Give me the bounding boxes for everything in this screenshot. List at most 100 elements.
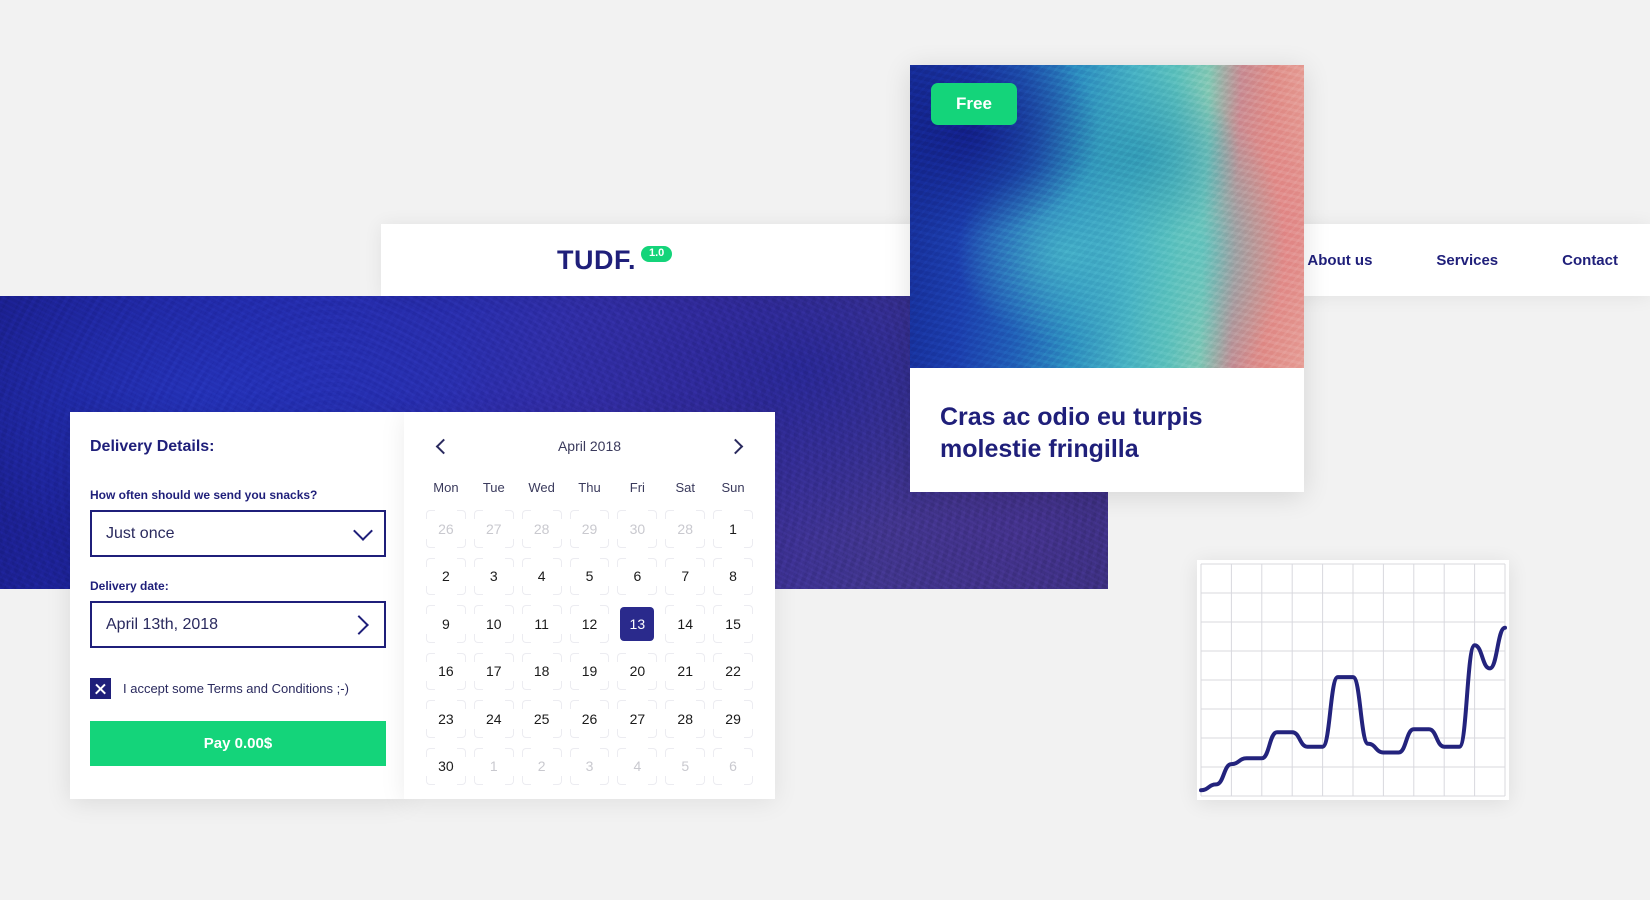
calendar-day[interactable]: 3 xyxy=(470,553,518,601)
calendar-day[interactable]: 2 xyxy=(518,743,566,791)
calendar-day[interactable]: 24 xyxy=(470,695,518,743)
calendar-weekday-row: Mon Tue Wed Thu Fri Sat Sun xyxy=(422,466,757,505)
cell-corner-mark xyxy=(617,700,627,709)
calendar-day[interactable]: 26 xyxy=(566,695,614,743)
calendar-day[interactable]: 25 xyxy=(518,695,566,743)
cell-corner-mark xyxy=(600,776,610,785)
day-number: 29 xyxy=(725,710,741,727)
day-number: 13 xyxy=(620,606,655,641)
cell-corner-mark xyxy=(521,557,531,567)
calendar-day[interactable]: 27 xyxy=(613,695,661,743)
cell-corner-mark xyxy=(665,681,675,690)
cell-corner-mark xyxy=(473,728,483,738)
calendar-day-selected[interactable]: 13 xyxy=(613,600,661,648)
day-number: 6 xyxy=(633,568,642,585)
calendar-day[interactable]: 14 xyxy=(661,600,709,648)
cell-corner-mark xyxy=(617,776,627,785)
calendar-day[interactable]: 7 xyxy=(661,553,709,601)
calendar-day[interactable]: 20 xyxy=(613,648,661,696)
cell-corner-mark xyxy=(456,538,466,548)
calendar-day[interactable]: 19 xyxy=(566,648,614,696)
calendar-day[interactable]: 1 xyxy=(709,505,757,553)
calendar-day[interactable]: 17 xyxy=(470,648,518,696)
calendar-day[interactable]: 11 xyxy=(518,600,566,648)
cell-corner-mark xyxy=(648,557,658,567)
day-number: 22 xyxy=(725,663,741,680)
calendar-day[interactable]: 10 xyxy=(470,600,518,648)
calendar-day[interactable]: 26 xyxy=(422,505,470,553)
nav-links: About us Services Contact xyxy=(1275,252,1650,269)
chevron-left-icon[interactable] xyxy=(435,438,452,454)
nav-link-contact[interactable]: Contact xyxy=(1530,252,1650,269)
cell-corner-mark xyxy=(713,776,723,785)
day-number: 1 xyxy=(489,758,498,775)
calendar-day[interactable]: 28 xyxy=(661,505,709,553)
cell-corner-mark xyxy=(713,586,723,595)
product-card[interactable]: Free Cras ac odio eu turpis molestie fri… xyxy=(910,65,1304,492)
calendar-day[interactable]: 6 xyxy=(613,553,661,601)
delivery-date-input[interactable]: April 13th, 2018 xyxy=(90,601,386,648)
cell-corner-mark xyxy=(552,747,562,757)
cell-corner-mark xyxy=(665,586,675,595)
calendar-day[interactable]: 6 xyxy=(709,743,757,791)
cell-corner-mark xyxy=(648,538,658,548)
cell-corner-mark xyxy=(426,586,435,595)
calendar-day[interactable]: 16 xyxy=(422,648,470,696)
calendar-day-grid: 26 27 28 29 30 28 1 2 3 4 5 6 7 8 9 10 11 12 13 14 15 16 17 18 1… xyxy=(422,505,757,790)
cell-corner-mark xyxy=(665,557,675,567)
chevron-right-icon[interactable] xyxy=(727,438,744,454)
frequency-select[interactable]: Just once xyxy=(90,510,386,557)
calendar-day[interactable]: 9 xyxy=(422,600,470,648)
cell-corner-mark xyxy=(744,652,753,662)
calendar-day[interactable]: 15 xyxy=(709,600,757,648)
day-number: 2 xyxy=(442,568,450,585)
cell-corner-mark xyxy=(713,605,723,614)
calendar-day[interactable]: 4 xyxy=(613,743,661,791)
day-number: 19 xyxy=(581,663,598,680)
cell-corner-mark xyxy=(456,776,466,785)
calendar-day[interactable]: 12 xyxy=(566,600,614,648)
calendar-day[interactable]: 27 xyxy=(470,505,518,553)
calendar-day[interactable]: 18 xyxy=(518,648,566,696)
cell-corner-mark xyxy=(473,510,483,519)
cell-corner-mark xyxy=(473,586,483,595)
calendar-day[interactable]: 8 xyxy=(709,553,757,601)
calendar-day[interactable]: 1 xyxy=(470,743,518,791)
calendar-day[interactable]: 30 xyxy=(422,743,470,791)
cell-corner-mark xyxy=(569,652,579,662)
cell-corner-mark xyxy=(504,776,514,785)
calendar-day[interactable]: 28 xyxy=(518,505,566,553)
cell-corner-mark xyxy=(456,747,466,757)
calendar-day[interactable]: 23 xyxy=(422,695,470,743)
calendar-day[interactable]: 5 xyxy=(566,553,614,601)
cell-corner-mark xyxy=(521,586,531,595)
cell-corner-mark xyxy=(569,557,579,567)
day-number: 10 xyxy=(485,615,502,632)
cell-corner-mark xyxy=(473,652,483,662)
calendar-day[interactable]: 22 xyxy=(709,648,757,696)
day-number: 26 xyxy=(438,520,454,537)
cell-corner-mark xyxy=(696,557,706,567)
calendar-day[interactable]: 5 xyxy=(661,743,709,791)
calendar-day[interactable]: 21 xyxy=(661,648,709,696)
day-number: 28 xyxy=(677,520,693,537)
cell-corner-mark xyxy=(456,586,466,595)
cell-corner-mark xyxy=(744,728,753,738)
terms-label[interactable]: I accept some Terms and Conditions ;-) xyxy=(123,681,349,696)
brand-logo[interactable]: TUDF. 1.0 xyxy=(557,245,673,276)
calendar-day[interactable]: 3 xyxy=(566,743,614,791)
day-number: 26 xyxy=(581,710,598,727)
calendar-day[interactable]: 29 xyxy=(566,505,614,553)
cell-corner-mark xyxy=(521,681,531,690)
calendar-day[interactable]: 4 xyxy=(518,553,566,601)
calendar-day[interactable]: 30 xyxy=(613,505,661,553)
calendar-day[interactable]: 2 xyxy=(422,553,470,601)
nav-link-services[interactable]: Services xyxy=(1404,252,1530,269)
day-number: 25 xyxy=(533,710,550,727)
terms-checkbox[interactable] xyxy=(90,678,111,699)
calendar-day[interactable]: 28 xyxy=(661,695,709,743)
cell-corner-mark xyxy=(713,652,723,662)
pay-button[interactable]: Pay 0.00$ xyxy=(90,721,386,766)
calendar-day[interactable]: 29 xyxy=(709,695,757,743)
day-number: 30 xyxy=(629,520,646,537)
